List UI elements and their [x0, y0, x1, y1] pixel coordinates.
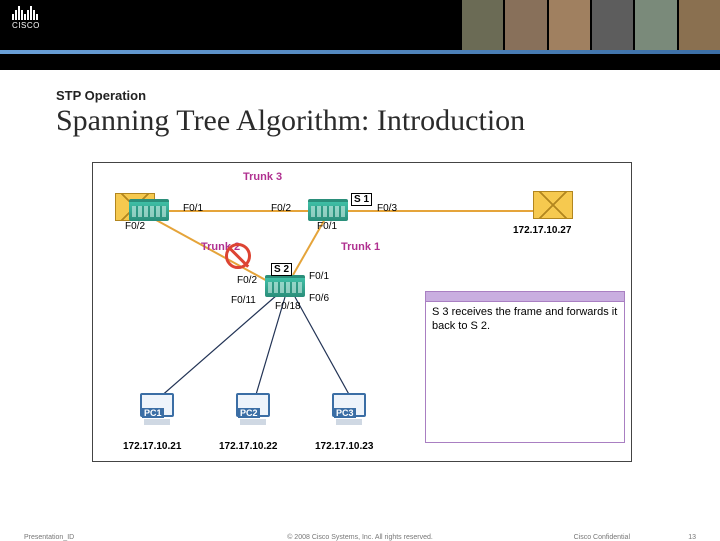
- switch-s1: [308, 199, 348, 221]
- port-s2-f06: F0/6: [309, 293, 329, 304]
- header-accent-stripe: [0, 50, 720, 54]
- pc3-icon: PC3: [329, 393, 369, 433]
- pc2-icon: PC2: [233, 393, 273, 433]
- switch-s3: [129, 199, 169, 221]
- blocked-icon: [225, 243, 251, 269]
- pc1-tag: PC1: [142, 408, 164, 418]
- s1-label: S 1: [351, 193, 372, 206]
- annotation-text: S 3 receives the frame and forwards it b…: [426, 302, 624, 338]
- header-bar: CISCO: [0, 0, 720, 70]
- port-s1-f01-left: F0/1: [183, 203, 203, 214]
- logo-bars-icon: [12, 6, 40, 20]
- port-s2-f018: F0/18: [275, 301, 301, 312]
- logo-text: CISCO: [12, 22, 40, 30]
- port-s2-f01: F0/1: [309, 271, 329, 282]
- ip-pc3: 172.17.10.23: [315, 441, 373, 452]
- pc2-tag: PC2: [238, 408, 260, 418]
- trunk1-label: Trunk 1: [341, 241, 380, 253]
- section-super-title: STP Operation: [56, 88, 146, 103]
- envelope-icon-right: [533, 191, 573, 219]
- port-s2-f011: F0/11: [231, 295, 256, 306]
- ip-pc1: 172.17.10.21: [123, 441, 181, 452]
- switch-s2: [265, 275, 305, 297]
- pc3-tag: PC3: [334, 408, 356, 418]
- cisco-logo: CISCO: [12, 6, 40, 30]
- page-title: Spanning Tree Algorithm: Introduction: [56, 104, 525, 138]
- port-s3-f02: F0/2: [125, 221, 145, 232]
- trunk3-label: Trunk 3: [243, 171, 282, 183]
- pc1-icon: PC1: [137, 393, 177, 433]
- network-diagram: Trunk 3 Trunk 2 Trunk 1 S 1 F0/2 F0/1 F0…: [92, 162, 632, 462]
- s2-label: S 2: [271, 263, 292, 276]
- annotation-box: S 3 receives the frame and forwards it b…: [425, 291, 625, 443]
- ip-pc2: 172.17.10.22: [219, 441, 277, 452]
- port-s1-f02-in: F0/2: [271, 203, 291, 214]
- port-s2-f02: F0/2: [237, 275, 257, 286]
- ip-server: 172.17.10.27: [513, 225, 571, 236]
- port-s1-f01-down: F0/1: [317, 221, 337, 232]
- port-s1-f03: F0/3: [377, 203, 397, 214]
- annotation-header: [426, 292, 624, 302]
- header-photo-strip: [460, 0, 720, 50]
